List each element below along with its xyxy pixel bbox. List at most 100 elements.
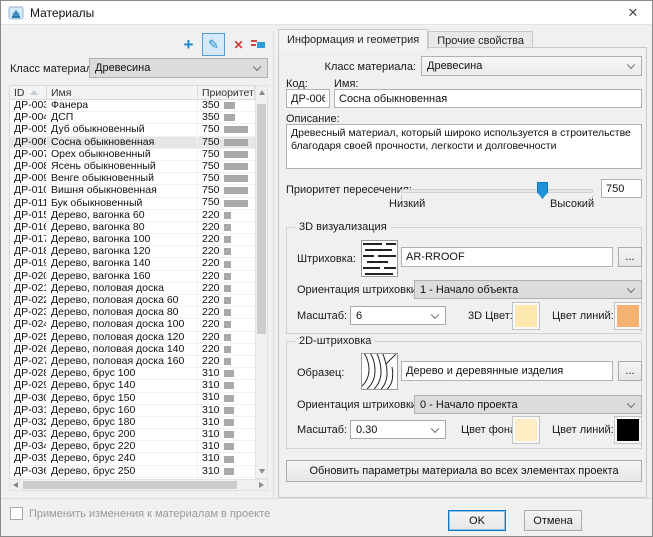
scale-3d-value: 6: [356, 310, 362, 322]
apply-changes-checkbox[interactable]: Применить изменения к материалам в проек…: [10, 507, 270, 520]
line-color-3d-label: Цвет линий:: [552, 310, 614, 322]
viz3d-group-title: 3D визуализация: [295, 221, 391, 233]
cell-name: ДСП: [47, 112, 198, 123]
priority-bar: [224, 297, 231, 304]
cell-id: ДР-030: [10, 393, 47, 404]
name-field[interactable]: [334, 89, 642, 108]
table-row[interactable]: ДР-036Дерево, брус 250310: [10, 466, 255, 478]
add-material-button[interactable]: +: [177, 33, 200, 56]
column-header-name[interactable]: Имя: [47, 86, 198, 99]
cell-name: Дерево, половая доска: [47, 283, 198, 294]
footer-separator: [1, 498, 652, 499]
table-row[interactable]: ДР-035Дерево, брус 240310: [10, 453, 255, 465]
table-row[interactable]: ДР-011Бук обыкновенный750: [10, 198, 255, 210]
table-row[interactable]: ДР-006Сосна обыкновенная750: [10, 137, 255, 149]
table-row[interactable]: ДР-030Дерево, брус 150310: [10, 393, 255, 405]
scroll-left-icon[interactable]: [13, 482, 18, 488]
cell-name: Дерево, брус 220: [47, 441, 198, 452]
table-row[interactable]: ДР-019Дерево, вагонка 140220: [10, 258, 255, 270]
horizontal-scroll-thumb[interactable]: [23, 481, 237, 489]
orientation-3d-select[interactable]: 1 - Начало объекта: [414, 280, 642, 299]
cell-priority: 220: [198, 210, 255, 221]
cell-priority: 220: [198, 234, 255, 245]
line-color-2d-swatch[interactable]: [614, 416, 642, 444]
priority-value: 310: [202, 368, 224, 379]
priority-bar: [224, 175, 248, 182]
material-class-select-left[interactable]: Древесина: [89, 58, 268, 78]
line-color-3d-swatch[interactable]: [614, 302, 642, 330]
cell-id: ДР-022: [10, 295, 47, 306]
cell-priority: 310: [198, 405, 255, 416]
hatch-3d-field[interactable]: [401, 247, 613, 267]
delete-material-button[interactable]: ✕: [227, 33, 250, 56]
title-bar[interactable]: Материалы ✕: [1, 1, 652, 25]
priority-bar: [224, 163, 248, 170]
hatch2d-group-title: 2D-штриховка: [295, 335, 375, 347]
column-header-priority[interactable]: Приоритет: [198, 86, 254, 99]
priority-bar: [224, 187, 248, 194]
cell-id: ДР-032: [10, 417, 47, 428]
material-class-select-right[interactable]: Древесина: [421, 56, 642, 76]
scale-3d-select[interactable]: 6: [350, 306, 446, 325]
priority-value: 350: [202, 112, 224, 123]
checkbox-box[interactable]: [10, 507, 23, 520]
sample-2d-field[interactable]: [401, 361, 613, 381]
cell-name: Дерево, брус 250: [47, 466, 198, 477]
bg-color-2d-swatch[interactable]: [512, 416, 540, 444]
materials-dialog: Материалы ✕ + ✎ ✕ Класс материала: Древе…: [0, 0, 653, 537]
table-header: ID Имя Приоритет: [9, 85, 255, 100]
priority-bar: [224, 382, 234, 389]
priority-value-field[interactable]: [601, 179, 642, 198]
cell-name: Сосна обыкновенная: [47, 137, 198, 148]
index-list-button[interactable]: [248, 35, 267, 54]
color-3d-swatch[interactable]: [512, 302, 540, 330]
table-row[interactable]: ДР-024Дерево, половая доска 100220: [10, 319, 255, 331]
cell-name: Дерево, вагонка 140: [47, 258, 198, 269]
vertical-scroll-thumb[interactable]: [257, 104, 266, 334]
cell-priority: 750: [198, 124, 255, 135]
code-field[interactable]: [286, 89, 330, 108]
cell-id: ДР-003: [10, 100, 47, 111]
cell-id: ДР-005: [10, 124, 47, 135]
table-row[interactable]: ДР-020Дерево, вагонка 160220: [10, 271, 255, 283]
scale-2d-label: Масштаб:: [297, 424, 347, 436]
description-field[interactable]: Древесный материал, который широко испол…: [286, 124, 642, 169]
sample-2d-browse-button[interactable]: ...: [618, 361, 642, 381]
cell-priority: 750: [198, 137, 255, 148]
scroll-down-icon[interactable]: [259, 469, 265, 474]
update-parameters-button[interactable]: Обновить параметры материала во всех эле…: [286, 460, 642, 482]
cancel-button[interactable]: Отмена: [524, 510, 582, 531]
wood-grain-preview-icon[interactable]: [361, 353, 398, 390]
chevron-down-icon: [627, 399, 635, 407]
scroll-right-icon[interactable]: [259, 482, 264, 488]
priority-value: 310: [202, 380, 224, 391]
close-icon[interactable]: ✕: [614, 1, 652, 25]
table-row[interactable]: ДР-005Дуб обыкновенный750: [10, 124, 255, 136]
materials-table-body: ДР-003Фанера350ДР-004ДСП350ДР-005Дуб обы…: [9, 100, 255, 479]
cell-name: Венге обыкновенный: [47, 173, 198, 184]
cell-id: ДР-009: [10, 173, 47, 184]
orientation-2d-select[interactable]: 0 - Начало проекта: [414, 395, 642, 414]
priority-slider-track[interactable]: [401, 189, 593, 193]
vertical-scrollbar[interactable]: [255, 85, 268, 479]
scale-2d-select[interactable]: 0.30: [350, 420, 446, 439]
cell-id: ДР-018: [10, 246, 47, 257]
horizontal-scrollbar[interactable]: [9, 479, 268, 491]
priority-low-label: Низкий: [389, 198, 425, 210]
priority-value: 220: [202, 222, 224, 233]
delete-icon: ✕: [233, 38, 243, 52]
priority-bar: [224, 358, 231, 365]
chevron-down-icon: [431, 424, 439, 432]
tab-info-geometry[interactable]: Информация и геометрия: [278, 29, 428, 50]
cell-id: ДР-019: [10, 258, 47, 269]
table-row[interactable]: ДР-025Дерево, половая доска 120220: [10, 332, 255, 344]
roof-hatch-preview-icon[interactable]: [361, 240, 398, 277]
priority-value: 220: [202, 210, 224, 221]
hatch-3d-browse-button[interactable]: ...: [618, 247, 642, 267]
cell-id: ДР-010: [10, 185, 47, 196]
line-color-2d-label: Цвет линий:: [552, 424, 614, 436]
edit-material-button[interactable]: ✎: [202, 33, 225, 56]
ok-button[interactable]: OK: [448, 510, 506, 531]
column-header-id[interactable]: ID: [10, 86, 47, 99]
scroll-up-icon[interactable]: [259, 90, 265, 95]
